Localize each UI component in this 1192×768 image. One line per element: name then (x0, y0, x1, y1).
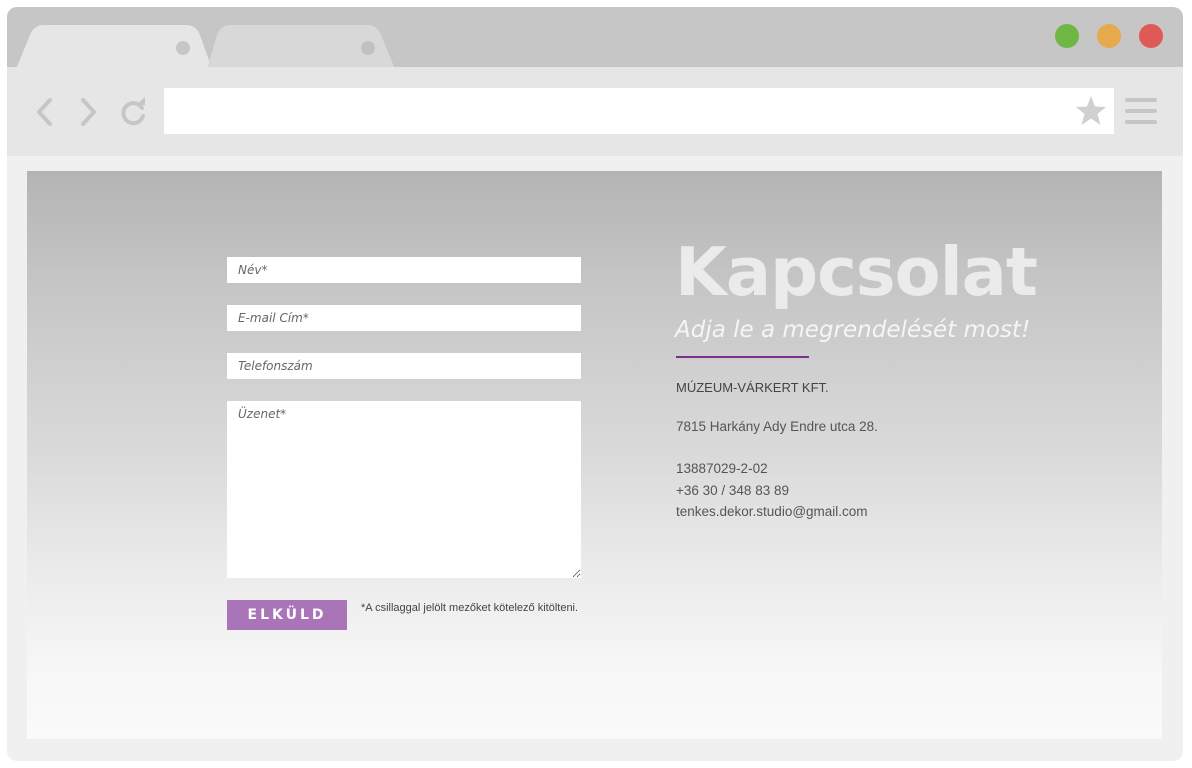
phone-text: +36 30 / 348 83 89 (676, 483, 789, 498)
divider (676, 356, 809, 358)
forward-icon[interactable] (73, 95, 103, 129)
company-name: MÚZEUM-VÁRKERT KFT. (676, 380, 829, 395)
page-title: Kapcsolat (675, 233, 1038, 311)
browser-window: ELKÜLD *A csillaggal jelölt mezőket köte… (7, 7, 1183, 761)
required-note: *A csillaggal jelölt mezőket kötelező ki… (361, 602, 579, 614)
tab-bar (7, 7, 1183, 69)
email-link[interactable]: tenkes.dekor.studio@gmail.com (676, 504, 868, 519)
address-bar[interactable] (164, 88, 1114, 134)
minimize-button[interactable] (1097, 24, 1121, 48)
name-field[interactable] (227, 257, 581, 283)
back-icon[interactable] (30, 95, 60, 129)
email-field[interactable] (227, 305, 581, 331)
tab-close-icon[interactable] (176, 41, 190, 55)
tab-close-icon[interactable] (361, 41, 375, 55)
tab-inactive[interactable] (207, 25, 403, 69)
tab-active[interactable] (16, 25, 212, 69)
close-button[interactable] (1139, 24, 1163, 48)
address-text: 7815 Harkány Ady Endre utca 28. (676, 419, 878, 434)
message-field[interactable] (227, 401, 581, 578)
reload-icon[interactable] (119, 95, 149, 129)
browser-toolbar (7, 67, 1183, 156)
page-viewport: ELKÜLD *A csillaggal jelölt mezőket köte… (27, 171, 1162, 739)
menu-icon[interactable] (1125, 98, 1157, 126)
star-icon[interactable] (1074, 94, 1108, 128)
tax-id-text: 13887029-2-02 (676, 461, 768, 476)
page-subtitle: Adja le a megrendelését most! (675, 317, 1031, 343)
phone-field[interactable] (227, 353, 581, 379)
maximize-button[interactable] (1055, 24, 1079, 48)
submit-button[interactable]: ELKÜLD (227, 600, 347, 630)
